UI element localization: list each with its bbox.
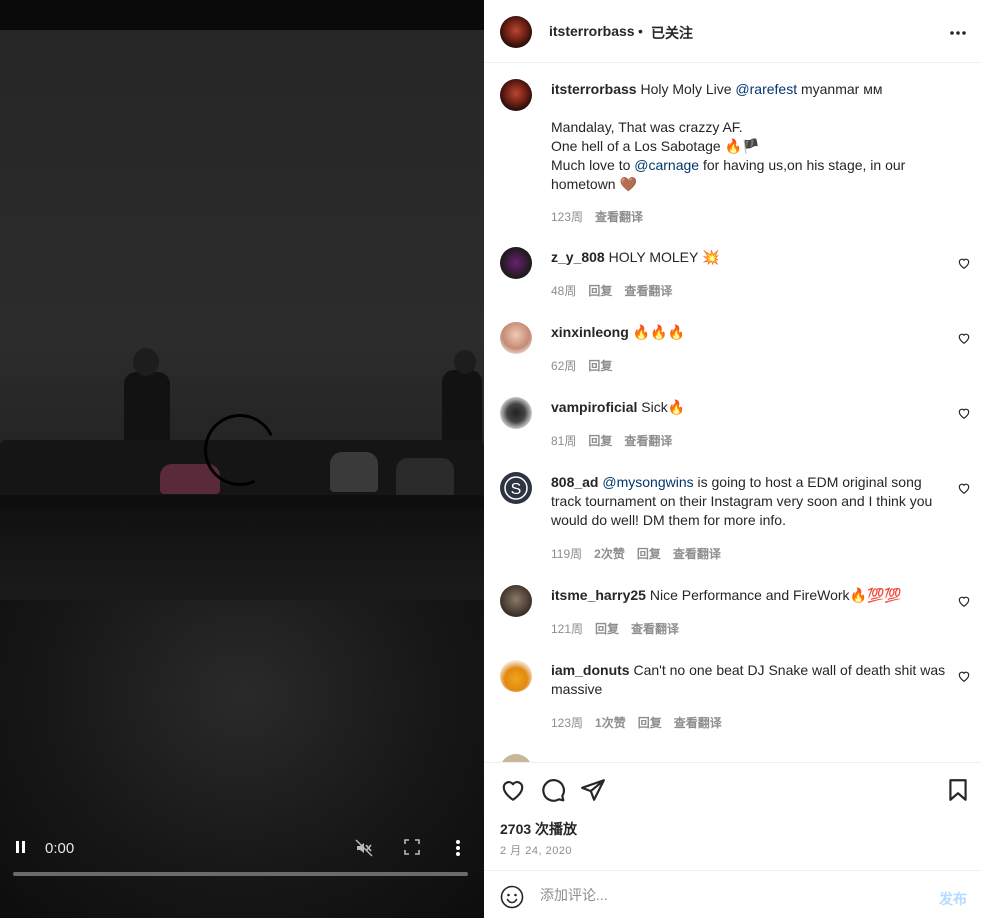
video-player[interactable]: 0:00 — [0, 0, 484, 918]
comment-time[interactable]: 123周 — [551, 716, 583, 730]
video-progress-bar[interactable] — [13, 872, 468, 876]
stage-front — [0, 509, 484, 599]
heart-icon[interactable] — [957, 331, 971, 345]
stage-figure — [330, 452, 378, 492]
reply-button[interactable]: 回复 — [588, 434, 612, 448]
avatar[interactable] — [500, 754, 532, 762]
heart-icon[interactable] — [957, 481, 971, 495]
svg-text:S: S — [511, 481, 522, 498]
reply-button[interactable]: 回复 — [588, 284, 612, 298]
performer-head — [133, 348, 159, 376]
avatar[interactable] — [500, 79, 532, 111]
comment-text: Sick🔥 — [641, 399, 686, 415]
translate-button[interactable]: 查看翻译 — [624, 284, 672, 298]
like-heart-icon[interactable] — [500, 777, 526, 803]
muted-speaker-icon[interactable] — [355, 839, 373, 861]
video-time: 0:00 — [45, 840, 75, 857]
reply-button[interactable]: 回复 — [595, 622, 619, 636]
reply-button[interactable]: 回复 — [588, 359, 612, 373]
heart-icon[interactable] — [957, 406, 971, 420]
comment-username[interactable]: vampiroficial — [551, 399, 637, 415]
heart-icon[interactable] — [957, 256, 971, 270]
avatar[interactable]: S — [500, 472, 532, 504]
fullscreen-icon[interactable] — [404, 839, 420, 859]
reply-button[interactable]: 回复 — [637, 547, 661, 561]
share-icon[interactable] — [580, 777, 606, 803]
comment-composer: 发布 — [484, 870, 981, 918]
comment-time[interactable]: 62周 — [551, 359, 576, 373]
avatar[interactable] — [500, 247, 532, 279]
comment-meta: 121周 回复 查看翻译 — [551, 620, 691, 637]
view-count[interactable]: 2703 次播放 — [500, 819, 577, 839]
heart-icon[interactable] — [957, 669, 971, 683]
mention-link[interactable]: @carnage — [634, 157, 699, 173]
more-horizontal-icon[interactable] — [949, 20, 967, 41]
separator-dot: • — [638, 23, 643, 39]
vertical-dots-icon[interactable] — [455, 839, 461, 861]
mention-link[interactable]: @mysongwins — [602, 474, 693, 490]
reply-button[interactable]: 回复 — [638, 716, 662, 730]
comment-username[interactable]: itsme_harry25 — [551, 587, 646, 603]
translate-button[interactable]: 查看翻译 — [674, 716, 722, 730]
comment-username[interactable]: z_y_808 — [551, 249, 605, 265]
pause-icon[interactable] — [14, 840, 28, 858]
avatar[interactable] — [500, 397, 532, 429]
heart-icon[interactable] — [957, 594, 971, 608]
mention-link[interactable]: @rarefest — [735, 81, 797, 97]
comment-meta: 62周 回复 — [551, 357, 624, 374]
comment-meta: 123周 查看翻译 — [551, 208, 655, 225]
video-top-bar — [0, 0, 484, 30]
comment-text: 🔥🔥🔥 — [632, 324, 685, 340]
emoji-icon[interactable] — [500, 885, 524, 909]
comment-meta: 48周 回复 查看翻译 — [551, 282, 684, 299]
following-button[interactable]: 已关注 — [651, 23, 693, 43]
comment-time[interactable]: 81周 — [551, 434, 576, 448]
likes-count[interactable]: 2次赞 — [594, 547, 625, 561]
comment-username[interactable]: iam_donuts — [551, 662, 630, 678]
avatar[interactable] — [500, 16, 532, 48]
translate-button[interactable]: 查看翻译 — [673, 547, 721, 561]
comment-time[interactable]: 119周 — [551, 547, 582, 561]
comment-meta: 123周 1次赞 回复 查看翻译 — [551, 714, 734, 731]
post-date[interactable]: 2 月 24, 2020 — [500, 842, 572, 858]
comment-meta: 119周 2次赞 回复 查看翻译 — [551, 545, 733, 562]
performer-head — [454, 350, 476, 374]
likes-count[interactable]: 1次赞 — [595, 716, 626, 730]
avatar[interactable] — [500, 322, 532, 354]
comment-username[interactable]: xinxinleong — [551, 324, 629, 340]
comment-text: Nice Performance and FireWork🔥💯💯 — [649, 587, 902, 603]
comment-time[interactable]: 48周 — [551, 284, 576, 298]
comments-list: itsterrorbass Holy Moly Live @rarefest m… — [484, 64, 981, 762]
post-button[interactable]: 发布 — [939, 889, 967, 909]
stage-edge — [0, 495, 484, 509]
comment-icon[interactable] — [540, 777, 566, 803]
action-bar: 2703 次播放 2 月 24, 2020 — [484, 762, 981, 870]
bookmark-icon[interactable] — [945, 777, 971, 803]
header-username[interactable]: itsterrorbass — [549, 23, 635, 39]
stage-figure — [396, 458, 454, 498]
comment-time[interactable]: 121周 — [551, 622, 583, 636]
caption-text: itsterrorbass Holy Moly Live @rarefest m… — [551, 81, 906, 192]
post-panel: itsterrorbass • 已关注 itsterrorbass Holy M… — [484, 0, 981, 918]
translate-button[interactable]: 查看翻译 — [631, 622, 679, 636]
comment-username[interactable]: 808_ad — [551, 474, 598, 490]
post-header: itsterrorbass • 已关注 — [484, 0, 981, 63]
comment-time[interactable]: 123周 — [551, 210, 583, 224]
comment-input[interactable] — [540, 887, 900, 903]
translate-button[interactable]: 查看翻译 — [624, 434, 672, 448]
avatar[interactable] — [500, 585, 532, 617]
comment-text: HOLY MOLEY 💥 — [608, 249, 720, 265]
comment-username[interactable]: itsterrorbass — [551, 81, 637, 97]
avatar[interactable] — [500, 660, 532, 692]
comment-meta: 81周 回复 查看翻译 — [551, 432, 684, 449]
translate-button[interactable]: 查看翻译 — [595, 210, 643, 224]
